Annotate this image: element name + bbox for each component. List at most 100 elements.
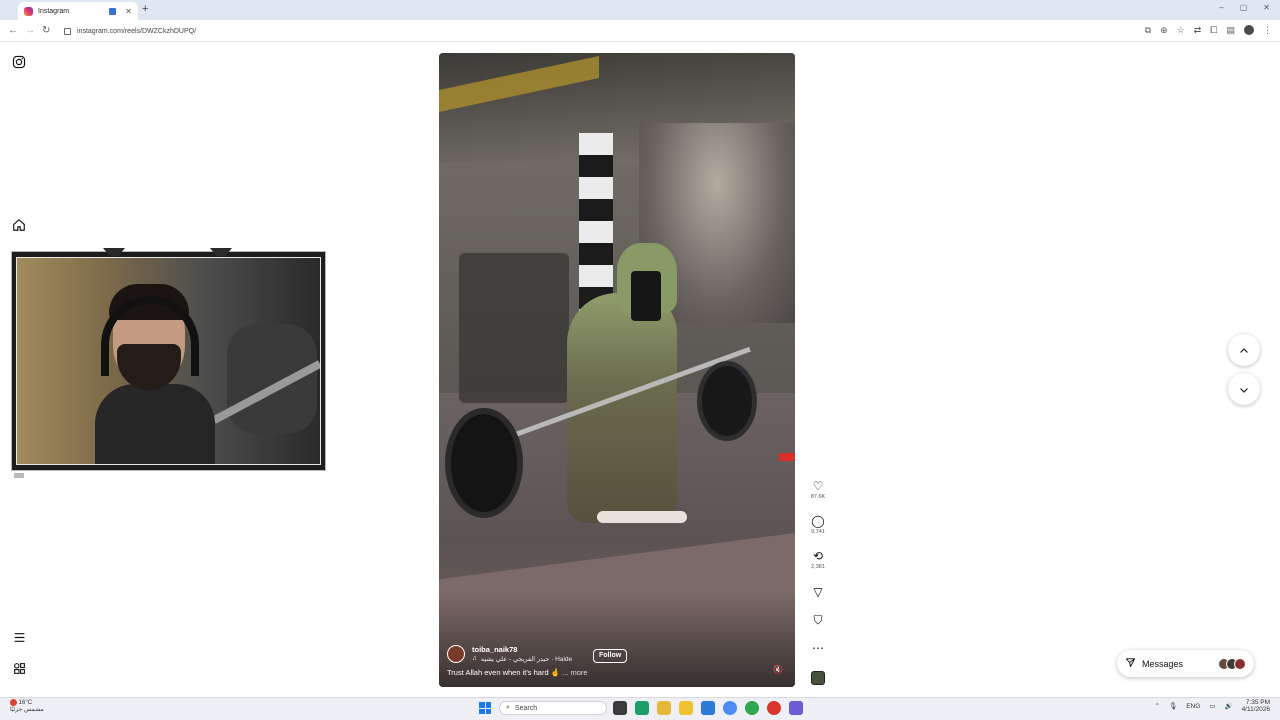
- discord-icon[interactable]: [789, 701, 803, 715]
- chrome-icon[interactable]: [745, 701, 759, 715]
- chrome-icon[interactable]: [723, 701, 737, 715]
- more-options-button[interactable]: ⋯: [806, 641, 830, 655]
- bookmark-star-icon[interactable]: ☆: [1177, 25, 1185, 36]
- taskbar-search[interactable]: ⌕ Search: [499, 701, 607, 715]
- chevron-up-icon: [1238, 343, 1250, 357]
- red-light: [779, 453, 795, 461]
- tab-close-button[interactable]: ✕: [125, 7, 132, 16]
- extensions-icon[interactable]: ⧠: [1210, 25, 1217, 36]
- translate-icon[interactable]: ⇄: [1194, 25, 1202, 36]
- search-placeholder: Search: [514, 704, 538, 712]
- minimize-button[interactable]: –: [1219, 3, 1223, 12]
- comment-icon: ◯: [811, 514, 825, 528]
- webcam-overlay: [11, 251, 326, 471]
- caption-more-link[interactable]: ... more: [562, 668, 587, 677]
- share-button[interactable]: ▽: [806, 585, 830, 599]
- app-icon[interactable]: [701, 701, 715, 715]
- lifter-shoes: [597, 511, 687, 523]
- browser-menu-icon[interactable]: ⋮: [1263, 25, 1272, 36]
- lifter-niqab: [631, 271, 661, 321]
- meta-apps-icon[interactable]: [11, 662, 27, 678]
- speaker-muted-icon[interactable]: 🔇: [773, 665, 783, 674]
- messages-label: Messages: [1142, 658, 1184, 669]
- new-tab-button[interactable]: +: [142, 3, 148, 15]
- like-count: 87.6K: [810, 494, 826, 500]
- volume-icon[interactable]: 🔊: [1224, 702, 1232, 710]
- url-text: instagram.com/reels/DWZCkzhDUPQ/: [77, 28, 197, 35]
- install-app-icon[interactable]: ⧉: [1145, 25, 1151, 36]
- avatar: [1234, 657, 1246, 670]
- ellipsis-icon: ⋯: [812, 641, 824, 655]
- file-explorer-icon[interactable]: [657, 701, 671, 715]
- media-playing-icon[interactable]: [109, 7, 117, 15]
- search-icon: ⌕: [506, 704, 510, 711]
- audio-thumbnail[interactable]: [811, 671, 825, 685]
- author-avatar[interactable]: [447, 645, 465, 663]
- back-button[interactable]: ←: [8, 25, 18, 36]
- next-reel-button[interactable]: [1228, 373, 1260, 405]
- reel-video[interactable]: toiba_naik78 ♫ حيدر الفريجي - علي يشيه ·…: [439, 53, 795, 687]
- webcam-tag: [14, 473, 24, 478]
- forward-button[interactable]: →: [25, 25, 35, 36]
- bookmark-icon: ⛉: [813, 613, 823, 627]
- clock[interactable]: 7:35 PM 4/11/2026: [1242, 699, 1270, 713]
- messages-button[interactable]: Messages: [1117, 650, 1254, 677]
- audio-title: حيدر الفريجي - علي يشيه · Haide: [480, 656, 573, 663]
- save-button[interactable]: ⛉: [806, 613, 830, 627]
- reload-button[interactable]: ↻: [42, 25, 50, 36]
- caption-text: Trust Allah even when it's hard 🤞: [447, 668, 561, 677]
- follow-button[interactable]: Follow: [593, 649, 628, 663]
- previous-reel-button[interactable]: [1228, 334, 1260, 366]
- repost-button[interactable]: ⟲ 2,381: [806, 549, 830, 570]
- repost-count: 2,381: [811, 564, 825, 570]
- browser-tab-strip: [0, 0, 1280, 20]
- message-avatars: [1214, 657, 1246, 670]
- lifter: [557, 243, 697, 523]
- app-icon[interactable]: [767, 701, 781, 715]
- weather-widget[interactable]: 16°C مشمس جزئيًا: [10, 699, 44, 714]
- sidebar-icon[interactable]: ▤: [1226, 25, 1235, 36]
- streamer-body: [95, 384, 215, 464]
- folder-icon[interactable]: [679, 701, 693, 715]
- network-icon[interactable]: ▭: [1209, 702, 1215, 710]
- clock-time: 7:35 PM: [1245, 699, 1270, 706]
- paper-plane-icon: [1125, 657, 1136, 670]
- browser-actions: ⧉ ⊕ ☆ ⇄ ⧠ ▤ ⋮: [1145, 25, 1272, 36]
- weight-plate: [697, 361, 757, 441]
- comment-button[interactable]: ◯ 9,741: [806, 514, 830, 535]
- profile-avatar-icon[interactable]: [1244, 25, 1254, 35]
- task-view-icon[interactable]: [613, 701, 627, 715]
- zoom-icon[interactable]: ⊕: [1160, 25, 1168, 36]
- music-note-icon: ♫: [472, 655, 477, 662]
- weight-plate: [445, 408, 523, 518]
- heart-icon: ♡: [812, 479, 824, 493]
- tray-chevron-icon[interactable]: ⌃: [1155, 702, 1160, 710]
- tab-title: Instagram: [38, 7, 70, 15]
- home-icon[interactable]: [11, 218, 27, 234]
- site-info-icon[interactable]: [64, 28, 71, 35]
- weather-text: مشمس جزئيًا: [10, 707, 44, 714]
- webcam-feed: [16, 257, 321, 465]
- reel-caption: Trust Allah even when it's hard 🤞 ... mo…: [447, 668, 588, 677]
- close-window-button[interactable]: ✕: [1263, 3, 1270, 12]
- start-button[interactable]: [479, 702, 491, 714]
- system-tray: ⌃ 🎙 ENG ▭ 🔊 7:35 PM 4/11/2026: [1155, 699, 1271, 713]
- browser-tab[interactable]: Instagram ✕: [18, 2, 138, 20]
- streamer: [95, 280, 215, 464]
- language-indicator[interactable]: ENG: [1186, 703, 1200, 710]
- instagram-logo-icon[interactable]: [11, 55, 27, 71]
- like-button[interactable]: ♡ 87.6K: [806, 479, 830, 500]
- window-controls: – ▢ ✕: [1219, 3, 1270, 12]
- address-bar[interactable]: instagram.com/reels/DWZCkzhDUPQ/: [64, 24, 1124, 39]
- paper-plane-icon: ▽: [813, 585, 823, 599]
- menu-icon[interactable]: [11, 631, 27, 647]
- weather-icon: [10, 699, 17, 706]
- microphone-icon[interactable]: 🎙: [1169, 702, 1177, 710]
- chevron-down-icon: [1238, 382, 1250, 396]
- author-username[interactable]: toiba_naik78: [472, 645, 517, 654]
- comment-count: 9,741: [811, 529, 825, 535]
- reel-audio[interactable]: ♫ حيدر الفريجي - علي يشيه · Haide: [472, 655, 572, 663]
- maximize-button[interactable]: ▢: [1240, 3, 1248, 12]
- gaming-chair: [227, 324, 317, 434]
- app-icon[interactable]: [635, 701, 649, 715]
